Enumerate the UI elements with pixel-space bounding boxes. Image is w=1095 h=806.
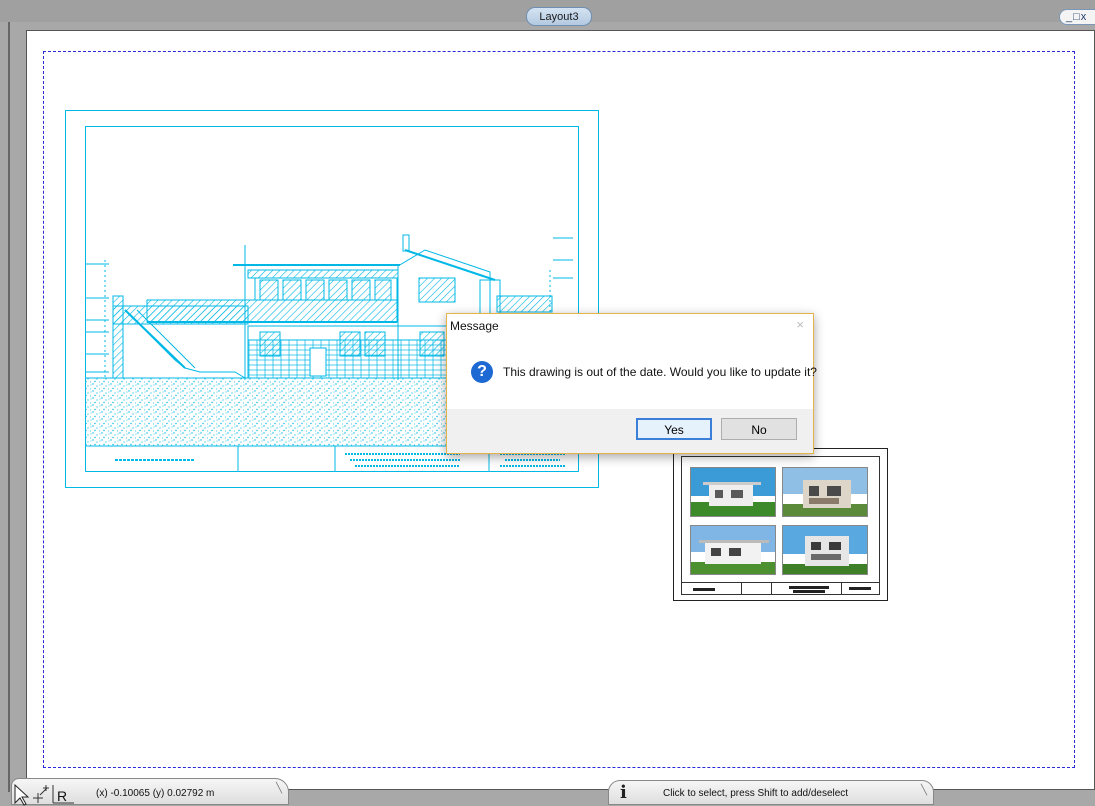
- dialog-message: This drawing is out of the date. Would y…: [503, 365, 817, 379]
- coordinate-readout: (x) -0.10065 (y) 0.02792 m: [96, 788, 215, 799]
- resize-grip-icon: ╲: [275, 783, 282, 794]
- viewport-left-edge: [8, 22, 10, 792]
- message-dialog: Message × ? This drawing is out of the d…: [446, 313, 817, 454]
- select-arrow-icon[interactable]: [14, 783, 30, 806]
- snap-icon[interactable]: [33, 785, 49, 803]
- coordinate-bar: R (x) -0.10065 (y) 0.02792 m ╲: [11, 778, 289, 806]
- dialog-title: Message: [450, 319, 499, 333]
- status-hint: Click to select, press Shift to add/dese…: [663, 788, 849, 799]
- svg-text:R: R: [57, 788, 67, 804]
- render-image-4: [782, 525, 868, 575]
- info-icon: i: [620, 782, 627, 803]
- status-bar: i Click to select, press Shift to add/de…: [608, 780, 934, 805]
- question-icon: ?: [471, 361, 493, 383]
- dialog-button-bar: Yes No: [447, 409, 813, 453]
- render-image-3: [690, 525, 776, 575]
- status-grip-icon: ╲: [920, 785, 927, 796]
- no-button[interactable]: No: [721, 418, 797, 440]
- render-image-2: [782, 467, 868, 517]
- close-icon[interactable]: ×: [796, 317, 804, 332]
- close-window-icon[interactable]: x: [1081, 11, 1088, 23]
- thumbnail-title-block: [681, 582, 880, 595]
- render-image-1: [690, 467, 776, 517]
- window-controls: _□x: [1059, 9, 1095, 25]
- yes-button[interactable]: Yes: [636, 418, 712, 440]
- restore-icon[interactable]: □: [1073, 11, 1081, 23]
- cursor-tools: R: [14, 783, 74, 806]
- tab-layout3[interactable]: Layout3: [526, 7, 592, 26]
- render-thumbnail-sheet[interactable]: [673, 448, 888, 601]
- reference-icon[interactable]: R: [52, 785, 74, 804]
